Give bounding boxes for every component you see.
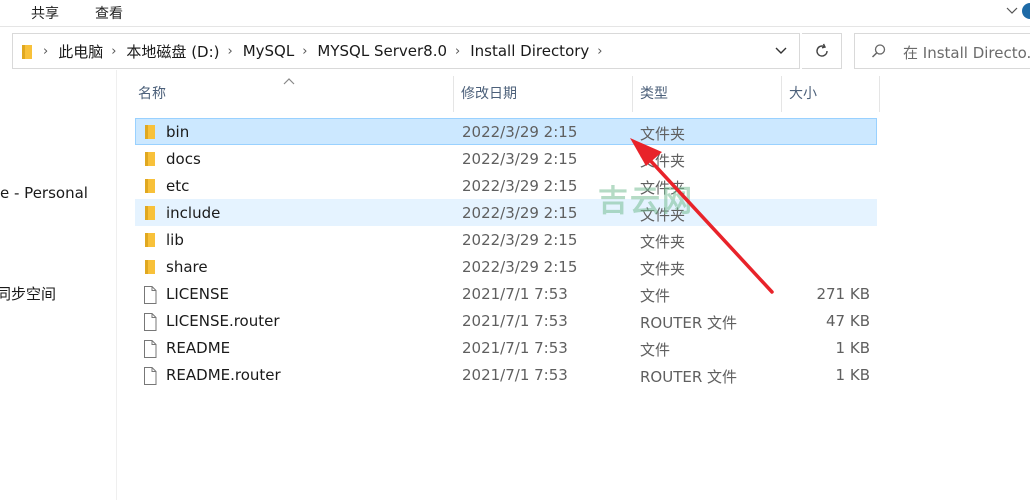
table-row[interactable]: LICENSE.router 2021/7/1 7:53 ROUTER 文件 4… [135,307,877,334]
file-type: 文件 [640,287,671,305]
crumb-this-pc[interactable]: 此电脑 [58,41,103,62]
chevron-right-icon[interactable]: › [597,44,602,59]
file-list: bin 2022/3/29 2:15 文件夹 docs 2022/3/29 2:… [135,118,877,388]
file-date: 2022/3/29 2:15 [462,258,578,276]
folder-icon [143,151,157,171]
table-row[interactable]: bin 2022/3/29 2:15 文件夹 [135,118,877,145]
file-date: 2021/7/1 7:53 [462,339,568,357]
file-name: docs [166,150,201,168]
file-type: 文件夹 [640,260,686,278]
file-name: README.router [166,366,281,384]
table-row[interactable]: etc 2022/3/29 2:15 文件夹 [135,172,877,199]
file-name: LICENSE [166,285,229,303]
column-header-type[interactable]: 类型 [637,76,781,112]
refresh-icon [815,43,828,57]
file-date: 2022/3/29 2:15 [462,231,578,249]
column-header-row: 名称 修改日期 类型 大小 [135,76,880,112]
file-name: LICENSE.router [166,312,280,330]
nav-item-sync-space[interactable]: 同步空间 [0,283,56,304]
column-divider[interactable] [453,76,454,112]
file-type: 文件夹 [640,179,686,197]
file-date: 2021/7/1 7:53 [462,285,568,303]
column-header-date[interactable]: 修改日期 [458,76,632,112]
file-type: 文件夹 [640,125,686,143]
file-date: 2022/3/29 2:15 [462,123,578,141]
search-placeholder: 在 Install Directo... [903,44,1030,62]
ribbon: 共享 查看 [0,0,1030,27]
file-date: 2022/3/29 2:15 [462,204,578,222]
file-size: 1 KB [835,339,870,357]
table-row[interactable]: lib 2022/3/29 2:15 文件夹 [135,226,877,253]
file-name: bin [166,123,190,141]
folder-icon [143,232,157,252]
navigation-pane: e - Personal 同步空间 [0,70,117,500]
address-history-dropdown[interactable] [762,34,799,68]
file-icon [143,367,157,389]
file-size: 271 KB [816,285,870,303]
table-row[interactable]: README 2021/7/1 7:53 文件 1 KB [135,334,877,361]
table-row[interactable]: LICENSE 2021/7/1 7:53 文件 271 KB [135,280,877,307]
nav-item-onedrive[interactable]: e - Personal [0,184,88,202]
table-row[interactable]: share 2022/3/29 2:15 文件夹 [135,253,877,280]
file-type: 文件 [640,341,671,359]
folder-icon [143,178,157,198]
file-size: 47 KB [826,312,870,330]
folder-icon [143,205,157,225]
column-header-size[interactable]: 大小 [786,76,880,112]
ribbon-expand-chevron-icon[interactable] [1006,4,1018,18]
chevron-right-icon[interactable]: › [302,44,307,59]
address-bar[interactable]: › 此电脑 › 本地磁盘 (D:) › MySQL › MYSQL Server… [12,33,800,69]
crumb-mysql[interactable]: MySQL [243,42,295,60]
file-icon [143,313,157,335]
file-date: 2021/7/1 7:53 [462,312,568,330]
file-icon [143,340,157,362]
column-divider[interactable] [781,76,782,112]
file-name: include [166,204,221,222]
folder-icon [143,124,157,144]
folder-icon [21,44,35,64]
column-header-name[interactable]: 名称 [135,76,453,112]
refresh-button[interactable] [802,33,842,69]
crumb-mysql-server[interactable]: MYSQL Server8.0 [317,42,447,60]
table-row[interactable]: README.router 2021/7/1 7:53 ROUTER 文件 1 … [135,361,877,388]
chevron-right-icon[interactable]: › [228,44,233,59]
file-name: README [166,339,231,357]
file-icon [143,286,157,308]
chevron-right-icon[interactable]: › [455,44,460,59]
file-type: ROUTER 文件 [640,368,738,386]
file-date: 2021/7/1 7:53 [462,366,568,384]
file-size: 1 KB [835,366,870,384]
search-icon [871,43,887,63]
file-type: 文件夹 [640,152,686,170]
file-name: share [166,258,208,276]
column-divider[interactable] [879,76,880,112]
chevron-right-icon[interactable]: › [111,44,116,59]
file-date: 2022/3/29 2:15 [462,177,578,195]
ribbon-tab-view[interactable]: 查看 [91,3,127,23]
breadcrumb: › 此电脑 › 本地磁盘 (D:) › MySQL › MYSQL Server… [39,34,613,68]
table-row[interactable]: include 2022/3/29 2:15 文件夹 [135,199,877,226]
file-type: ROUTER 文件 [640,314,738,332]
folder-icon [143,259,157,279]
crumb-local-disk[interactable]: 本地磁盘 (D:) [126,41,219,62]
file-name: etc [166,177,190,195]
file-date: 2022/3/29 2:15 [462,150,578,168]
chevron-down-icon [775,47,787,54]
table-row[interactable]: docs 2022/3/29 2:15 文件夹 [135,145,877,172]
chevron-right-icon[interactable]: › [43,44,48,59]
crumb-install-directory[interactable]: Install Directory [470,42,589,60]
search-input[interactable]: 在 Install Directo... [854,33,1030,69]
file-type: 文件夹 [640,233,686,251]
file-name: lib [166,231,184,249]
help-icon[interactable] [1022,3,1030,19]
ribbon-tab-share[interactable]: 共享 [27,3,63,23]
file-type: 文件夹 [640,206,686,224]
column-divider[interactable] [632,76,633,112]
